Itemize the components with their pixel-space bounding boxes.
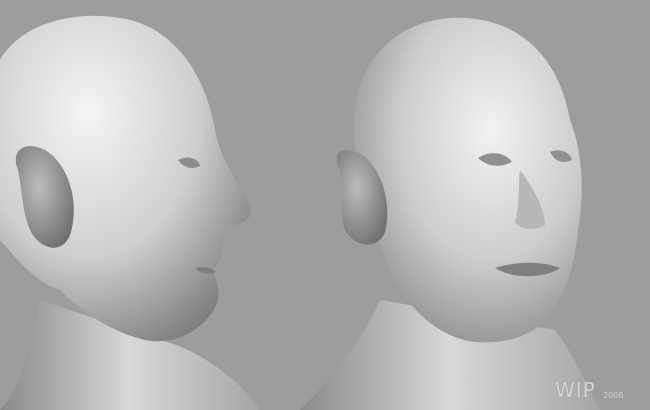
render-canvas: WIP 2006 [0, 0, 650, 410]
sculpt-render [0, 15, 600, 410]
three-quarter-face [354, 17, 582, 343]
watermark-year: 2006 [603, 391, 624, 400]
profile-head [0, 15, 260, 410]
wip-watermark: WIP [555, 378, 596, 402]
three-quarter-head [300, 17, 600, 410]
